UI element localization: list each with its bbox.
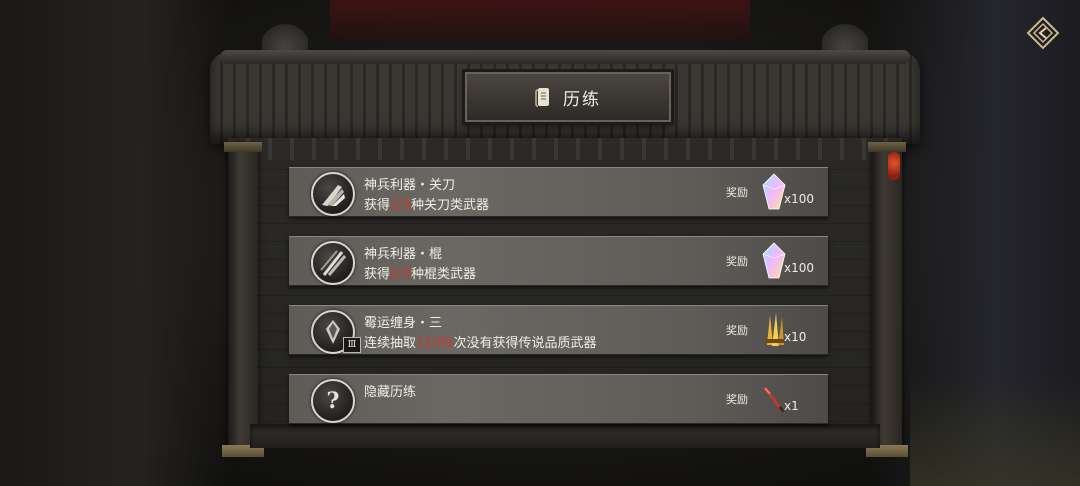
reward-label: 奖励 bbox=[726, 324, 748, 337]
staff-weapon-icon bbox=[311, 241, 355, 285]
gate-beam bbox=[228, 138, 902, 160]
pillar-left bbox=[222, 142, 264, 457]
gate-threshold bbox=[250, 424, 880, 448]
task-title: 神兵利器・棍 bbox=[364, 247, 443, 262]
page-title: 历练 bbox=[563, 89, 601, 110]
reward-label: 奖励 bbox=[726, 393, 748, 406]
title-plaque: 历练 bbox=[465, 72, 671, 122]
task-title: 霉运缠身・三 bbox=[364, 316, 443, 331]
task-title: 神兵利器・关刀 bbox=[364, 178, 456, 193]
reward-count: x100 bbox=[784, 192, 815, 206]
roof-ridge bbox=[220, 50, 910, 64]
task-row[interactable]: 神兵利器・棍 获得2/3种棍类武器 奖励 x100 bbox=[289, 236, 828, 286]
pillar-cap bbox=[224, 142, 262, 152]
background-floor bbox=[910, 376, 1080, 486]
task-progress: 2/3 bbox=[390, 198, 411, 213]
exit-button[interactable] bbox=[1024, 14, 1062, 52]
task-description: 获得2/3种棍类武器 bbox=[364, 267, 476, 282]
pillar-cap bbox=[868, 142, 906, 152]
task-progress: 11/99 bbox=[416, 336, 454, 351]
tier-badge: Ⅲ bbox=[343, 337, 361, 353]
scroll-icon bbox=[535, 88, 549, 107]
blade-weapon-icon bbox=[311, 172, 355, 216]
back-diamond-icon bbox=[1026, 16, 1060, 50]
task-row[interactable]: ? 隐藏历练 奖励 x1 bbox=[289, 374, 828, 424]
reward-label: 奖励 bbox=[726, 186, 748, 199]
reward-count: x1 bbox=[784, 399, 799, 413]
task-row[interactable]: Ⅲ 霉运缠身・三 连续抽取11/99次没有获得传说品质武器 奖励 x10 bbox=[289, 305, 828, 355]
reward-label: 奖励 bbox=[726, 255, 748, 268]
task-title: 隐藏历练 bbox=[364, 385, 417, 400]
pillar-right bbox=[866, 142, 908, 457]
lantern-icon bbox=[888, 152, 900, 180]
task-row[interactable]: 神兵利器・关刀 获得2/3种关刀类武器 奖励 x100 bbox=[289, 167, 828, 217]
reward-count: x100 bbox=[784, 261, 815, 275]
task-description: 连续抽取11/99次没有获得传说品质武器 bbox=[364, 336, 597, 351]
question-mark-icon: ? bbox=[311, 379, 355, 423]
background-left-scenery bbox=[0, 0, 230, 486]
task-progress: 2/3 bbox=[390, 267, 411, 282]
reward-count: x10 bbox=[784, 330, 807, 344]
task-description: 获得2/3种关刀类武器 bbox=[364, 198, 489, 213]
